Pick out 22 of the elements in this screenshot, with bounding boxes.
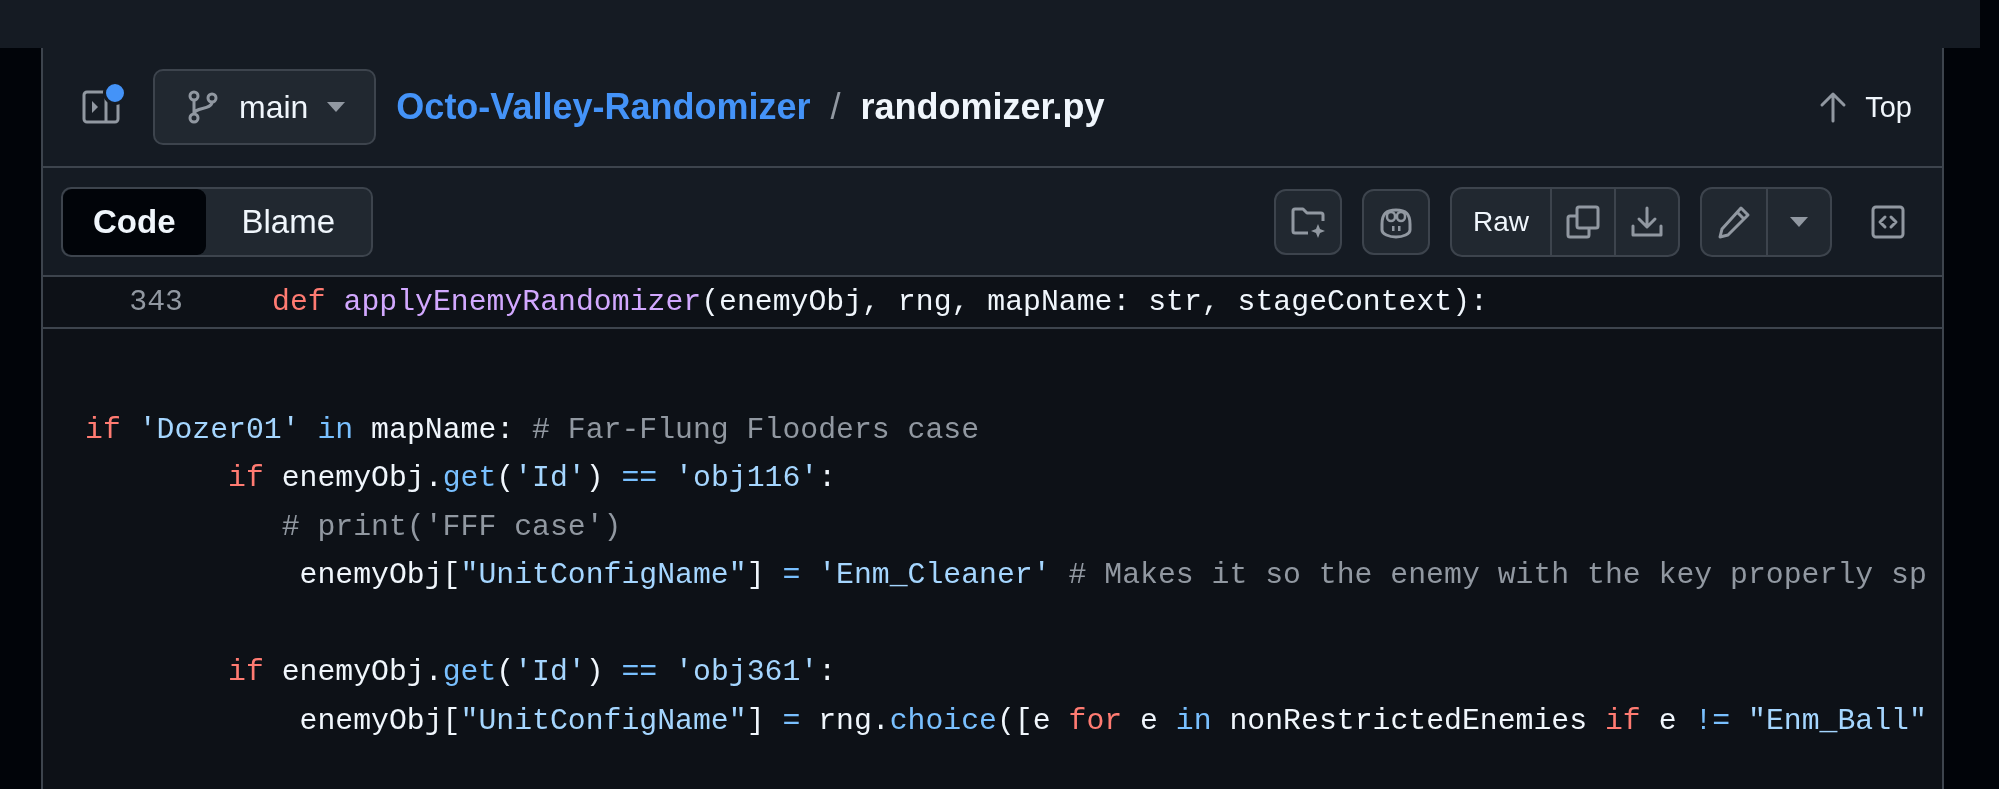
code-line: if 'Dozer01' in mapName: # Far-Flung Flooders case: [85, 411, 980, 449]
code-line: if enemyObj.get('Id') == 'obj361':: [227, 654, 837, 691]
caret-icon: [326, 101, 347, 113]
raw-button[interactable]: Raw: [1452, 188, 1550, 255]
folder-sparkle-button[interactable]: [1274, 188, 1342, 255]
view-tab[interactable]: Code: [63, 188, 206, 255]
caret-icon: [1789, 215, 1809, 228]
code-line: def applyEnemyRandomizer(enemyObj, rng, mapName: str, stageContext):: [272, 285, 1488, 319]
repo-link[interactable]: Octo-Valley-Randomizer: [396, 86, 811, 128]
path-separator: /: [830, 86, 841, 128]
code-line: enemyObj["UnitConfigName"] = 'Enm_Cleaner' # Makes it so the enemy with the key properly sp: [298, 557, 1927, 594]
copy-icon: [1565, 203, 1601, 240]
code-line: enemyObj["UnitConfigName"] = rng.choice([e for e in nonRestrictedEnemies if e != "Enm_Ball": [298, 702, 1927, 740]
branch-button[interactable]: main: [153, 69, 377, 145]
copilot-button[interactable]: [1362, 188, 1430, 255]
code-line: if enemyObj.get('Id') == 'obj116':: [227, 460, 837, 497]
code-square-icon: [1870, 203, 1906, 240]
line-number: 343: [128, 285, 183, 319]
file-name: randomizer.py: [860, 86, 1105, 128]
code-line: # print('FFF case'): [280, 508, 622, 546]
top-button[interactable]: Top: [1809, 88, 1918, 126]
view-tab[interactable]: Blame: [205, 188, 372, 255]
